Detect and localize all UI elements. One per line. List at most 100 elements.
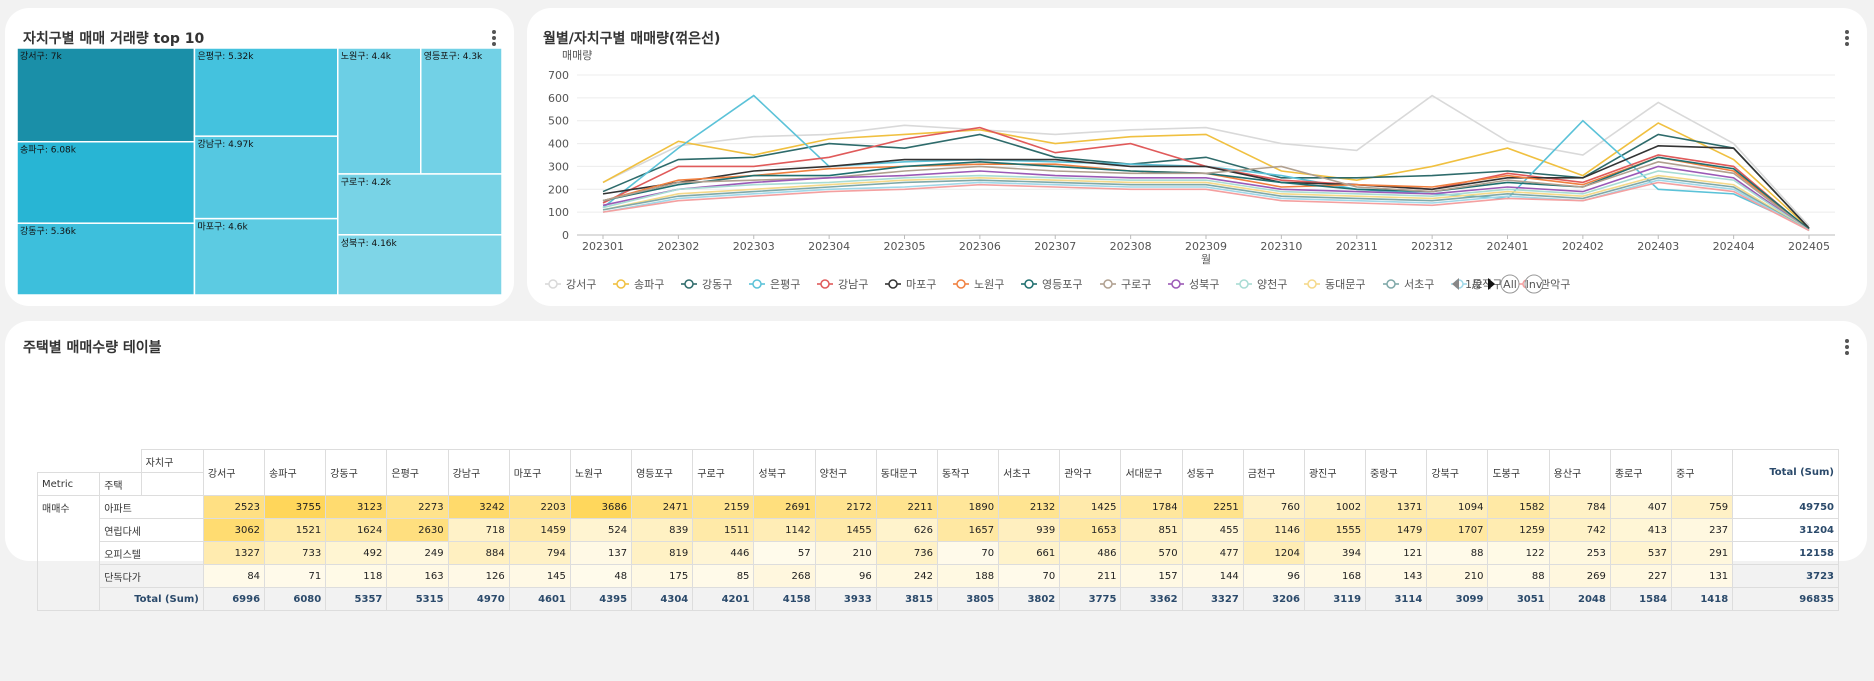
legend-marker (1307, 279, 1317, 289)
table-cell: 819 (631, 541, 694, 565)
row-total: 31204 (1732, 518, 1839, 542)
legend-item-강서구[interactable]: 강서구 (545, 278, 596, 291)
row-total: 3723 (1732, 564, 1839, 588)
table-cell: 407 (1609, 495, 1673, 519)
x-tick-label: 202304 (808, 240, 850, 253)
table-cell: 143 (1365, 564, 1428, 588)
table-cell: 157 (1120, 564, 1183, 588)
column-header: 동대문구 (875, 449, 938, 496)
legend-item-구로구[interactable]: 구로구 (1100, 278, 1151, 291)
column-header: 강남구 (447, 449, 510, 496)
treemap-cell-송파구[interactable]: 송파구: 6.08k (16, 140, 196, 224)
y-tick-label: 100 (548, 206, 569, 219)
row-label: 아파트 (99, 495, 142, 519)
table-cell: 88 (1426, 541, 1489, 565)
series-line-서초구[interactable] (602, 177, 1810, 232)
row-total: 12158 (1732, 541, 1839, 565)
row-label-pad (141, 564, 204, 588)
treemap-cell-강동구[interactable]: 강동구: 5.36k (16, 222, 196, 296)
legend-item-성북구[interactable]: 성북구 (1168, 278, 1219, 291)
legend-all-label: All (1503, 278, 1517, 291)
corner-cell (38, 450, 100, 473)
table-cell: 760 (1242, 495, 1305, 519)
legend-item-서초구[interactable]: 서초구 (1383, 278, 1434, 291)
table-cell: 210 (814, 541, 877, 565)
column-header: 마포구 (508, 449, 571, 496)
treemap-cell-마포구[interactable]: 마포구: 4.6k (193, 217, 339, 296)
treemap-label: 구로구: 4.2k (341, 177, 392, 188)
column-total: 4201 (692, 587, 755, 611)
legend-marker (1103, 279, 1113, 289)
treemap-cell-구로구[interactable]: 구로구: 4.2k (337, 173, 503, 236)
legend-item-강남구[interactable]: 강남구 (817, 278, 868, 291)
column-total: 4970 (447, 587, 510, 611)
table-cell: 88 (1487, 564, 1550, 588)
legend-label: 양천구 (1257, 277, 1287, 291)
table-cell: 249 (386, 541, 449, 565)
table-cell: 137 (569, 541, 633, 565)
treemap-cell-은평구[interactable]: 은평구: 5.32k (193, 47, 339, 137)
legend-item-영등포구[interactable]: 영등포구 (1021, 278, 1082, 291)
table-row: 매매수 아파트 2523 3755 3123 2273 3242 2203 3686 2471 21… (36, 495, 1839, 611)
legend-item-노원구[interactable]: 노원구 (953, 278, 1004, 291)
treemap-cell-강남구[interactable]: 강남구: 4.97k (193, 135, 339, 220)
treemap-cell-노원구[interactable]: 노원구: 4.4k (337, 47, 422, 175)
column-total: 3099 (1426, 587, 1489, 611)
table-cell: 210 (1426, 564, 1489, 588)
row-label-pad (141, 541, 204, 565)
metric-name: 매매수 (36, 495, 101, 611)
x-tick-label: 202307 (1034, 240, 1076, 253)
table-cell: 2523 (202, 495, 266, 519)
series-line-노원구[interactable] (602, 156, 1810, 230)
treemap-cell-강서구[interactable]: 강서구: 7k (16, 47, 196, 143)
table-cell: 57 (753, 541, 816, 565)
more-menu-icon[interactable] (1845, 339, 1849, 355)
treemap-cell-영등포구[interactable]: 영등포구: 4.3k (419, 47, 503, 175)
table-cell: 718 (447, 518, 510, 542)
legend-marker (616, 279, 626, 289)
legend-label: 강남구 (838, 278, 868, 291)
table-cell: 394 (1303, 541, 1367, 565)
legend-item-송파구[interactable]: 송파구 (613, 278, 664, 291)
legend-marker (956, 279, 966, 289)
legend-item-양천구[interactable]: 양천구 (1236, 277, 1287, 291)
legend-item-은평구[interactable]: 은평구 (749, 278, 800, 291)
table-cell: 48 (569, 564, 633, 588)
legend-prev-icon[interactable] (1452, 278, 1459, 290)
table-cell: 524 (569, 518, 633, 542)
table-row: 오피스텔 1327 733 492 249 884 794 137 819 446 57 210 736… (38, 541, 1839, 565)
table-cell: 784 (1548, 495, 1611, 519)
treemap-chart: 강서구: 7k 송파구: 6.08k 강동구: 5.36k 은평구: 5.32k 강남구… (16, 47, 503, 296)
row-label: 오피스텔 (99, 541, 142, 565)
legend-item-마포구[interactable]: 마포구 (885, 278, 936, 291)
table-cell: 2251 (1181, 495, 1244, 519)
row-dimension-label: 주택 (99, 472, 142, 496)
table-cell: 455 (1181, 518, 1244, 542)
column-total: 3933 (814, 587, 877, 611)
table-cell: 237 (1670, 518, 1734, 542)
column-total: 3206 (1242, 587, 1305, 611)
column-header: 은평구 (386, 449, 449, 496)
treemap-cell-성북구[interactable]: 성북구: 4.16k (337, 234, 503, 296)
series-line-강서구[interactable] (602, 94, 1810, 227)
column-total: 6996 (202, 587, 266, 611)
column-header: 양천구 (814, 449, 877, 496)
table-cell: 626 (875, 518, 938, 542)
column-total: 1584 (1609, 587, 1673, 611)
legend-label: 관악구 (1540, 278, 1570, 291)
column-header: 도봉구 (1487, 449, 1550, 496)
legend-label: 구로구 (1121, 278, 1151, 291)
total-row-label: Total (Sum) (99, 587, 204, 611)
series-line-은평구[interactable] (602, 94, 1810, 229)
treemap-label: 강서구: 7k (20, 51, 62, 62)
column-header: 강서구 (202, 449, 266, 496)
y-tick-label: 500 (548, 115, 569, 128)
column-header: 노원구 (569, 449, 633, 496)
legend-item-강동구[interactable]: 강동구 (681, 278, 732, 291)
table-cell: 118 (325, 564, 388, 588)
table-cell: 2159 (692, 495, 755, 519)
legend-label: 영등포구 (1042, 278, 1082, 291)
legend-item-동대문구[interactable]: 동대문구 (1304, 278, 1365, 291)
table-cell: 269 (1548, 564, 1611, 588)
column-total: 3119 (1303, 587, 1367, 611)
